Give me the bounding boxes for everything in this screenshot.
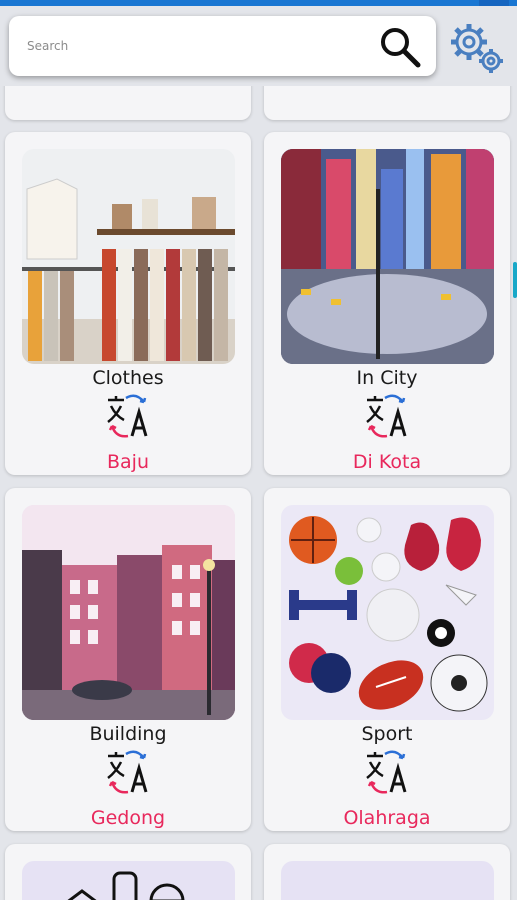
translate-icon[interactable] bbox=[363, 750, 411, 796]
status-bar bbox=[0, 0, 517, 6]
english-label: Building bbox=[89, 723, 167, 745]
category-card-in-city[interactable]: In City Di Kota bbox=[264, 132, 510, 475]
search-icon[interactable] bbox=[378, 25, 422, 69]
category-card-building[interactable]: Building Gedong bbox=[5, 488, 251, 831]
category-image bbox=[22, 861, 235, 900]
category-card-di-alam[interactable]: Di Alam bbox=[5, 86, 251, 120]
scrollbar-thumb[interactable] bbox=[513, 262, 517, 298]
indonesian-label: Di Kota bbox=[352, 451, 422, 473]
indonesian-label: Baju bbox=[107, 451, 149, 473]
building-image bbox=[22, 505, 235, 720]
indonesian-label: Gedong bbox=[90, 807, 166, 829]
category-card[interactable] bbox=[5, 844, 251, 900]
search-bar bbox=[9, 16, 436, 76]
search-input[interactable] bbox=[27, 30, 367, 62]
category-card-clothes[interactable]: Clothes Baju bbox=[5, 132, 251, 475]
category-card[interactable] bbox=[264, 844, 510, 900]
indonesian-label: Olahraga bbox=[343, 807, 431, 829]
category-card-sport[interactable]: Sport Olahraga bbox=[264, 488, 510, 831]
gear-icon[interactable] bbox=[447, 20, 507, 78]
english-label: In City bbox=[356, 367, 418, 389]
english-label: Sport bbox=[361, 723, 413, 745]
category-grid: Di Alam Hawa bbox=[0, 86, 517, 900]
city-image bbox=[281, 149, 494, 364]
sport-image bbox=[281, 505, 494, 720]
translate-icon[interactable] bbox=[363, 394, 411, 440]
english-label: Clothes bbox=[92, 367, 164, 389]
translate-icon[interactable] bbox=[104, 750, 152, 796]
category-card-hawa[interactable]: Hawa bbox=[264, 86, 510, 120]
category-image bbox=[281, 861, 494, 900]
translate-icon[interactable] bbox=[104, 394, 152, 440]
clothes-image bbox=[22, 149, 235, 364]
